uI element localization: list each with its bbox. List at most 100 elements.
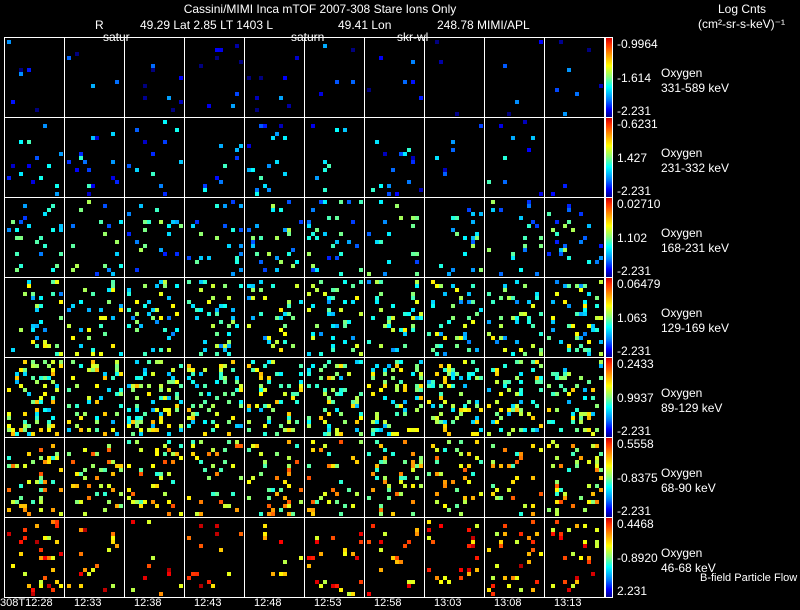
heatmap-cell	[267, 496, 271, 500]
heatmap-cell	[515, 540, 519, 544]
heatmap-cell	[395, 388, 399, 392]
heatmap-cell	[227, 504, 231, 508]
heatmap-cell	[471, 320, 475, 324]
heatmap-cell	[19, 236, 23, 240]
heatmap-cell	[479, 428, 483, 432]
heatmap-cell	[459, 440, 463, 444]
heatmap-cell	[519, 564, 523, 568]
heatmap-cell	[239, 268, 243, 272]
heatmap-cell	[323, 492, 327, 496]
heatmap-cell	[247, 480, 251, 484]
heatmap-cell	[139, 204, 143, 208]
heatmap-cell	[587, 352, 591, 356]
colorbar-mid-label: 1.102	[617, 231, 648, 245]
heatmap-cell	[167, 348, 171, 352]
heatmap-cell	[355, 404, 359, 408]
heatmap-cell	[51, 268, 55, 272]
heatmap-cell	[11, 164, 15, 168]
heatmap-cell	[507, 584, 511, 588]
heatmap-cell	[499, 416, 503, 420]
heatmap-cell	[23, 216, 27, 220]
heatmap-cell	[587, 48, 591, 52]
heatmap-cell	[167, 296, 171, 300]
heatmap-panel	[304, 517, 365, 598]
energy-label: 231-332 keV	[661, 161, 730, 175]
heatmap-cell	[447, 272, 451, 276]
heatmap-cell	[403, 332, 407, 336]
heatmap-cell	[555, 408, 559, 412]
heatmap-cell	[103, 588, 107, 592]
heatmap-cell	[255, 444, 259, 448]
heatmap-cell	[231, 272, 235, 276]
heatmap-cell	[595, 328, 599, 332]
heatmap-cell	[139, 448, 143, 452]
heatmap-cell	[247, 76, 251, 80]
heatmap-cell	[151, 464, 155, 468]
heatmap-cell	[239, 252, 243, 256]
heatmap-cell	[471, 212, 475, 216]
heatmap-cell	[139, 324, 143, 328]
heatmap-cell	[383, 152, 387, 156]
heatmap-cell	[223, 284, 227, 288]
heatmap-cell	[387, 496, 391, 500]
heatmap-cell	[395, 204, 399, 208]
heatmap-cell	[251, 360, 255, 364]
heatmap-cell	[435, 372, 439, 376]
heatmap-cell	[203, 348, 207, 352]
heatmap-cell	[455, 112, 459, 116]
heatmap-cell	[367, 280, 371, 284]
heatmap-cell	[411, 308, 415, 312]
heatmap-cell	[567, 392, 571, 396]
heatmap-cell	[379, 308, 383, 312]
heatmap-cell	[203, 384, 207, 388]
heatmap-cell	[403, 460, 407, 464]
heatmap-cell	[499, 464, 503, 468]
heatmap-cell	[583, 508, 587, 512]
heatmap-cell	[99, 484, 103, 488]
heatmap-cell	[83, 528, 87, 532]
heatmap-cell	[139, 384, 143, 388]
heatmap-cell	[539, 448, 543, 452]
energy-label: 89-129 keV	[661, 401, 723, 415]
heatmap-cell	[439, 344, 443, 348]
heatmap-cell	[327, 360, 331, 364]
heatmap-cell	[55, 344, 59, 348]
heatmap-cell	[499, 124, 503, 128]
heatmap-cell	[143, 372, 147, 376]
heatmap-cell	[223, 380, 227, 384]
heatmap-cell	[251, 296, 255, 300]
heatmap-cell	[107, 224, 111, 228]
heatmap-cell	[267, 380, 271, 384]
x-tick-label: 13:03	[434, 597, 462, 609]
heatmap-cell	[367, 88, 371, 92]
heatmap-cell	[135, 168, 139, 172]
heatmap-cell	[319, 584, 323, 588]
heatmap-cell	[279, 508, 283, 512]
heatmap-cell	[599, 364, 603, 368]
heatmap-cell	[575, 448, 579, 452]
heatmap-cell	[23, 204, 27, 208]
heatmap-cell	[371, 392, 375, 396]
heatmap-cell	[523, 428, 527, 432]
heatmap-cell	[287, 232, 291, 236]
heatmap-cell	[315, 176, 319, 180]
heatmap-cell	[95, 476, 99, 480]
heatmap-cell	[411, 224, 415, 228]
heatmap-cell	[199, 64, 203, 68]
heatmap-cell	[191, 444, 195, 448]
heatmap-cell	[547, 336, 551, 340]
colorbar-max-label: -0.6231	[617, 117, 658, 131]
colorbar-mid-label: -0.8920	[617, 551, 658, 565]
heatmap-cell	[135, 312, 139, 316]
heatmap-cell	[471, 244, 475, 248]
heatmap-cell	[335, 256, 339, 260]
heatmap-cell	[447, 320, 451, 324]
heatmap-cell	[351, 504, 355, 508]
heatmap-cell	[135, 300, 139, 304]
heatmap-cell	[415, 428, 419, 432]
heatmap-cell	[463, 324, 467, 328]
heatmap-cell	[519, 392, 523, 396]
heatmap-cell	[383, 372, 387, 376]
heatmap-cell	[147, 564, 151, 568]
heatmap-cell	[315, 228, 319, 232]
